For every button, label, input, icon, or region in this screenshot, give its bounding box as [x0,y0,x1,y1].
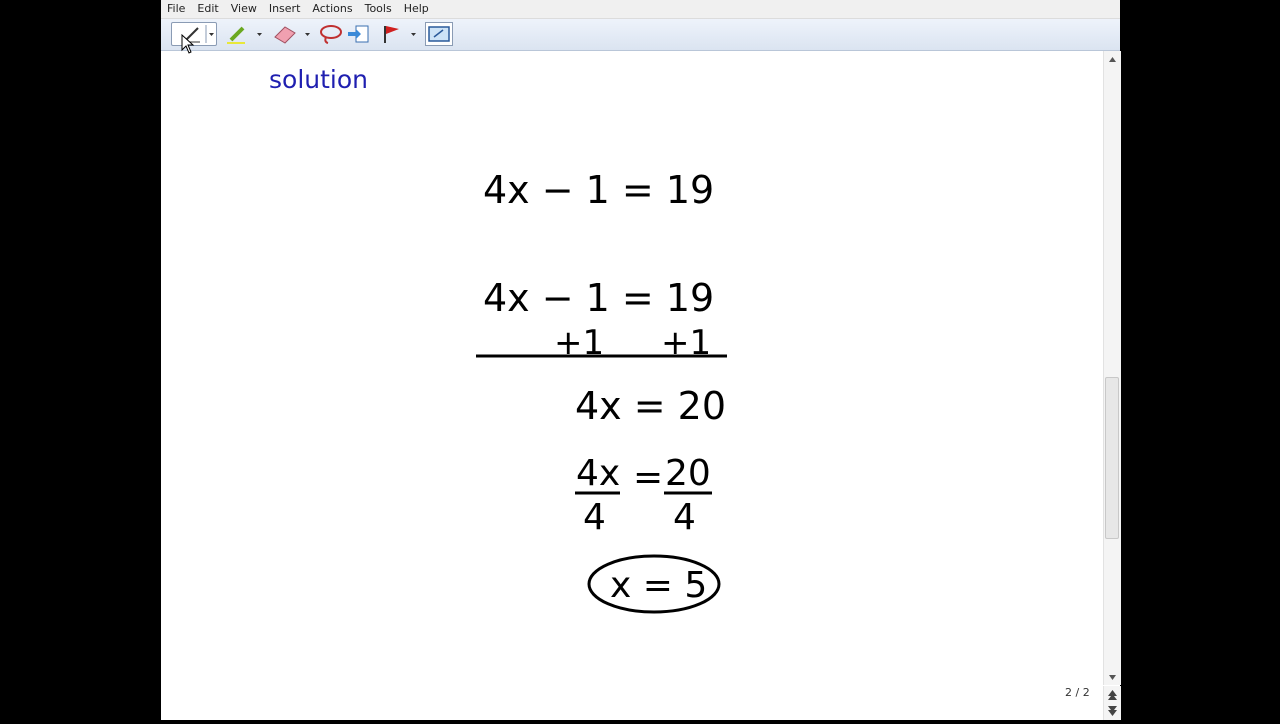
lasso-icon [320,25,342,44]
flag-icon [384,26,416,43]
menu-view[interactable]: View [225,1,263,17]
menu-bar: File Edit View Insert Actions Tools Help [161,0,1120,19]
equation-line-3: 4x = 20 [575,384,726,428]
eraser-icon [274,26,310,44]
insert-space-icon [348,25,369,43]
vertical-scrollbar[interactable] [1103,51,1121,685]
page-navigation [1103,686,1121,720]
menu-help[interactable]: Help [398,1,435,17]
answer-text: x = 5 [610,565,707,606]
notebook-window: File Edit View Insert Actions Tools Help [161,0,1121,720]
lasso-button[interactable] [317,22,345,46]
fraction-left-denominator: 4 [583,497,606,538]
previous-page-icon[interactable] [1108,690,1117,700]
menu-actions[interactable]: Actions [306,1,358,17]
toolbar [161,19,1120,51]
fraction-right-denominator: 4 [673,497,696,538]
next-page-icon[interactable] [1108,706,1117,716]
fraction-left-numerator: 4x [576,453,620,494]
equation-original: 4x − 1 = 19 [483,168,714,212]
page-nav-icons [1108,690,1117,716]
screen-capture-icon [428,26,450,42]
handwriting-layer: 4x − 1 = 19 4x − 1 = 19 +1 +1 4x = 20 4x… [476,168,727,614]
notebook-page[interactable]: solution 4x − 1 = 19 4x − 1 = 19 +1 +1 4… [161,51,1103,720]
equation-step-1: 4x − 1 = 19 +1 +1 [476,276,727,363]
fraction-right-numerator: 20 [665,453,711,494]
fraction-equals: = [633,457,663,498]
highlighter-button[interactable] [223,22,267,46]
eraser-button[interactable] [269,22,317,46]
equation-line-2: 4x − 1 = 19 [483,276,714,320]
screen-capture-button[interactable] [425,22,453,46]
scroll-up-icon[interactable] [1104,53,1121,67]
scroll-down-icon[interactable] [1104,671,1121,685]
highlighter-icon [227,26,262,44]
scrollbar-thumb[interactable] [1105,377,1119,539]
menu-tools[interactable]: Tools [359,1,398,17]
mouse-cursor-icon [181,34,195,54]
equation-line-1: 4x − 1 = 19 [483,168,714,212]
menu-insert[interactable]: Insert [263,1,307,17]
flag-button[interactable] [379,22,421,46]
answer-circled: x = 5 [587,554,721,614]
menu-file[interactable]: File [161,1,191,17]
page-indicator: 2 / 2 [1065,686,1090,699]
division-step: 4x 4 = 20 4 [575,453,712,538]
menu-edit[interactable]: Edit [191,1,224,17]
insert-space-button[interactable] [345,22,373,46]
